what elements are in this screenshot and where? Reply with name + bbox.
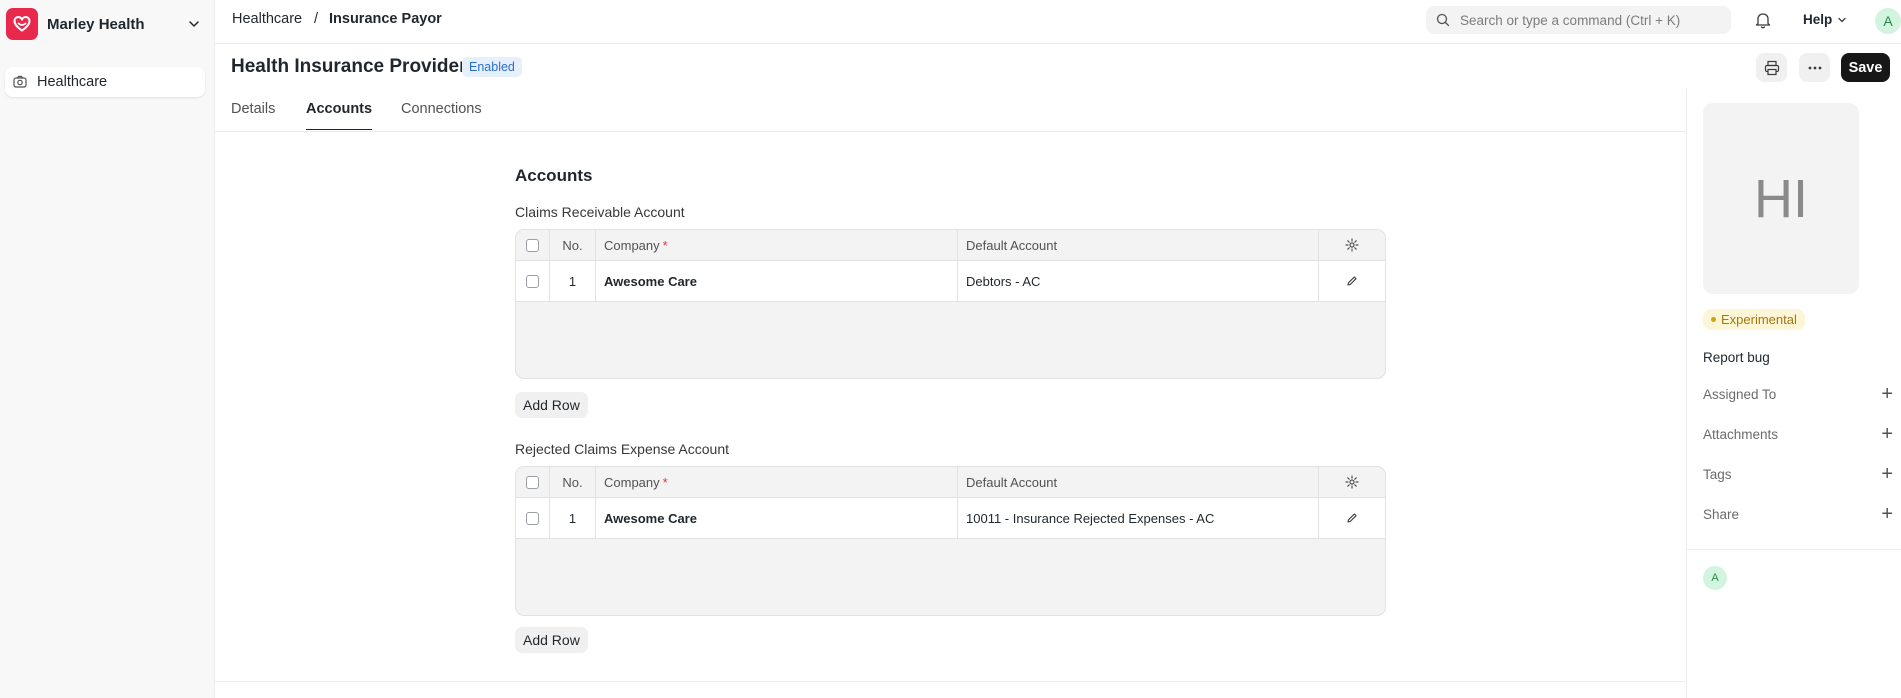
column-header-default-account: Default Account: [958, 230, 1319, 260]
help-label: Help: [1803, 12, 1833, 27]
tab-details[interactable]: Details: [231, 101, 275, 129]
status-dot-icon: [1711, 317, 1716, 322]
page-title: Health Insurance Provider: [231, 56, 467, 77]
chevron-down-icon: [189, 21, 199, 27]
user-avatar[interactable]: A: [1875, 8, 1901, 34]
assigned-to-label: Assigned To: [1703, 386, 1777, 402]
row-checkbox[interactable]: [526, 511, 539, 525]
gear-icon: [1345, 238, 1359, 252]
column-header-label: Company: [604, 474, 660, 490]
plus-icon[interactable]: +: [1881, 504, 1893, 524]
help-menu[interactable]: Help: [1803, 12, 1847, 27]
form-sidebar: HI Experimental Report bug Assigned To +…: [1686, 89, 1901, 698]
required-mark: *: [662, 474, 668, 490]
column-header-company: Company *: [596, 230, 958, 260]
camera-icon: [13, 75, 27, 88]
divider: [1687, 549, 1901, 550]
sidebar-item-label: Healthcare: [37, 74, 108, 90]
more-actions-button[interactable]: [1799, 53, 1830, 82]
column-header-label: Company: [604, 237, 660, 253]
report-bug-link[interactable]: Report bug: [1703, 350, 1770, 365]
column-header-no: No.: [550, 230, 596, 260]
experimental-badge: Experimental: [1703, 309, 1805, 330]
plus-icon[interactable]: +: [1881, 384, 1893, 404]
app-logo: [6, 8, 38, 40]
document-image-placeholder[interactable]: HI: [1703, 103, 1859, 294]
select-all-checkbox[interactable]: [526, 475, 539, 489]
tags-row[interactable]: Tags +: [1703, 464, 1893, 484]
tab-connections[interactable]: Connections: [401, 101, 482, 129]
chevron-down-icon: [1838, 17, 1846, 22]
column-header-default-account: Default Account: [958, 467, 1319, 497]
column-header-company: Company *: [596, 467, 958, 497]
field-label-rejected-claims: Rejected Claims Expense Account: [515, 441, 729, 457]
pencil-icon: [1347, 513, 1357, 523]
column-header-no: No.: [550, 467, 596, 497]
edit-row-button[interactable]: [1319, 261, 1385, 301]
form-tabs: Details Accounts Connections: [215, 89, 1686, 132]
save-button[interactable]: Save: [1841, 53, 1890, 82]
workspace-switcher[interactable]: Marley Health: [6, 6, 206, 42]
breadcrumb-insurance-payor[interactable]: Insurance Payor: [329, 11, 442, 27]
row-checkbox[interactable]: [526, 274, 539, 288]
attachments-label: Attachments: [1703, 426, 1779, 442]
cell-company[interactable]: Awesome Care: [596, 498, 958, 538]
gear-icon: [1345, 475, 1359, 489]
search-input[interactable]: Search or type a command (Ctrl + K): [1426, 6, 1731, 34]
field-label-claims-receivable: Claims Receivable Account: [515, 204, 685, 220]
bell-icon[interactable]: [1755, 11, 1771, 29]
add-row-button[interactable]: Add Row: [515, 627, 588, 653]
column-settings-button[interactable]: [1319, 230, 1385, 260]
sidebar: Marley Health Healthcare: [0, 0, 215, 698]
attachments-row[interactable]: Attachments +: [1703, 424, 1893, 444]
required-mark: *: [662, 237, 668, 253]
topbar: Healthcare / Insurance Payor Search or t…: [215, 0, 1901, 44]
print-button[interactable]: [1756, 53, 1787, 82]
table-row[interactable]: 1 Awesome Care 10011 - Insurance Rejecte…: [516, 498, 1385, 539]
cell-default-account[interactable]: Debtors - AC: [958, 261, 1319, 301]
workspace-name: Marley Health: [47, 15, 145, 33]
search-icon: [1436, 13, 1450, 27]
select-all-checkbox[interactable]: [526, 238, 539, 252]
breadcrumb-separator: /: [314, 11, 319, 27]
row-number: 1: [550, 261, 596, 301]
rejected-claims-table: No. Company * Default Account 1 Awesome C…: [515, 466, 1386, 616]
table-header: No. Company * Default Account: [516, 230, 1385, 261]
section-title: Accounts: [515, 166, 593, 185]
edit-row-button[interactable]: [1319, 498, 1385, 538]
row-number: 1: [550, 498, 596, 538]
search-placeholder: Search or type a command (Ctrl + K): [1460, 12, 1681, 28]
sidebar-item-healthcare[interactable]: Healthcare: [5, 67, 205, 97]
tags-label: Tags: [1703, 466, 1732, 482]
cell-company[interactable]: Awesome Care: [596, 261, 958, 301]
plus-icon[interactable]: +: [1881, 424, 1893, 444]
pencil-icon: [1347, 276, 1357, 286]
owner-avatar[interactable]: A: [1703, 566, 1727, 590]
plus-icon[interactable]: +: [1881, 464, 1893, 484]
share-label: Share: [1703, 506, 1740, 522]
divider: [215, 681, 1686, 682]
badge-label: Experimental: [1721, 312, 1797, 327]
cell-default-account[interactable]: 10011 - Insurance Rejected Expenses - AC: [958, 498, 1319, 538]
table-header: No. Company * Default Account: [516, 467, 1385, 498]
breadcrumb-healthcare[interactable]: Healthcare: [232, 11, 302, 27]
status-badge: Enabled: [462, 57, 522, 77]
assigned-to-row[interactable]: Assigned To +: [1703, 384, 1893, 404]
claims-receivable-table: No. Company * Default Account 1 Awesome C…: [515, 229, 1386, 379]
table-row[interactable]: 1 Awesome Care Debtors - AC: [516, 261, 1385, 302]
printer-icon: [1764, 60, 1779, 75]
tab-accounts[interactable]: Accounts: [306, 101, 373, 130]
column-settings-button[interactable]: [1319, 467, 1385, 497]
add-row-button[interactable]: Add Row: [515, 392, 588, 418]
share-row[interactable]: Share +: [1703, 504, 1893, 524]
ellipsis-icon: [1808, 66, 1821, 69]
